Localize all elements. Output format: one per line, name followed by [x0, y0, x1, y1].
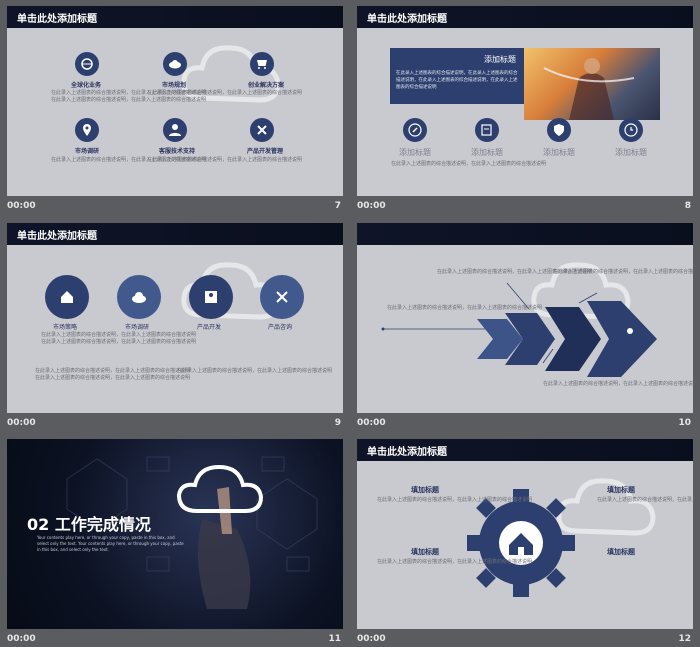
slide-11[interactable]: 02 工作完成情况 Your contents play here, or th… [7, 439, 343, 629]
feature-label: 全球化业务 [71, 82, 102, 89]
description-text: 在此录入上述图表的综合描述说明，在此录入上述图表的综合描述说明 [147, 90, 303, 96]
feature-label: 创业解决方案 [248, 82, 285, 89]
slide-title: 单击此处添加标题 [367, 447, 447, 458]
description-text: 在此录入上述图表的综合描述说明，在此录入上述图表的综合描述说明 [377, 559, 533, 565]
timestamp: 00:00 [357, 201, 386, 211]
slide-footer: 00:00 8 [357, 200, 693, 214]
slide-header: 单击此处添加标题 [357, 6, 693, 28]
item-label: 填加标题 [607, 486, 635, 494]
slide-number: 8 [684, 201, 691, 211]
slide-8[interactable]: 单击此处添加标题 添加标题 在此录入上述图表的综合描述说明，在此录入上述图表的综… [357, 6, 693, 196]
feature-label: 市场规划 [162, 82, 187, 89]
clock-icon [619, 118, 643, 142]
tools-icon [260, 275, 304, 319]
item-label: 产品开发 [197, 324, 222, 331]
item-label: 市场策略 [53, 324, 78, 331]
compass-icon [403, 118, 427, 142]
paragraph-text: 在此录入上述图表的综合描述说明，在此录入上述图表的综合描述说明 [35, 375, 191, 381]
item-label: 填加标题 [411, 486, 439, 494]
item-label: 添加标题 [615, 148, 647, 157]
description-text: 在此录入上述图表的综合描述说明，在此录入上述图表的综合描述说明 [41, 332, 197, 338]
feature-label: 产品开发管理 [247, 148, 284, 155]
tools-icon [250, 118, 274, 142]
item-label: 产品咨询 [268, 324, 293, 331]
description-text: 在此录入上述图表的综合描述说明，在此录入上述图表的综合描述说明 [41, 339, 197, 345]
user-icon [189, 275, 233, 319]
item-label: 填加标题 [607, 548, 635, 556]
business-photo [524, 48, 660, 120]
slide-number: 12 [678, 634, 691, 644]
slide-footer: 00:00 12 [357, 633, 693, 647]
description-text: 在此录入上述图表的综合描述说明，在此录入上述图表的综合描述说明 [543, 381, 693, 387]
description-text: 在此录入上述图表的综合描述说明，在此录入上述图表的综合描述说明 [147, 157, 303, 163]
cloud-small-icon [163, 52, 187, 76]
slide-footer: 00:00 9 [7, 417, 343, 431]
description-text: 在此录入上述图表的综合描述说明，在此录入上述图表的综合描述说明 [387, 305, 543, 311]
banner-text: 在此录入上述图表的综合描述说明，在此录入上述图表的综合描述说明，在此录入上述图表… [396, 71, 518, 90]
description-text: 在此录入上述图表的综合描述说明，在此录入上述图表的综合描述说明 [597, 497, 693, 503]
description-text: 在此录入上述图表的综合描述说明，在此录入上述图表的综合描述说明 [51, 97, 207, 103]
slide-number: 7 [334, 201, 341, 211]
description-text: 在此录入上述图表的综合描述说明，在此录入上述图表的综合描述说明 [553, 269, 693, 275]
item-label: 填加标题 [411, 548, 439, 556]
edit-icon [475, 118, 499, 142]
slide-number: 10 [678, 418, 691, 428]
slide-title: 单击此处添加标题 [17, 231, 97, 242]
section-title: 02 工作完成情况 [27, 515, 151, 534]
feature-label: 客服技术支持 [159, 148, 196, 155]
paragraph-text: 在此录入上述图表的综合描述说明，在此录入上述图表的综合描述说明 [35, 368, 191, 374]
timestamp: 00:00 [357, 418, 386, 428]
slide-header: 单击此处添加标题 [7, 223, 343, 245]
slide-number: 11 [328, 634, 341, 644]
paragraph-text: 在此录入上述图表的综合描述说明，在此录入上述图表的综合描述说明 [177, 368, 333, 374]
slide-12[interactable]: 单击此处添加标题 填加标题 填加标题 填加标题 填加标题 在此录入上述图表的综合… [357, 439, 693, 629]
banner-box: 添加标题 在此录入上述图表的综合描述说明，在此录入上述图表的综合描述说明，在此录… [390, 48, 524, 104]
slide-10[interactable]: 在此录入上述图表的综合描述说明，在此录入上述图表的综合描述说明 在此录入上述图表… [357, 223, 693, 413]
timestamp: 00:00 [7, 201, 36, 211]
slide-7[interactable]: 单击此处添加标题 全球化业务 市场规划 创业解决方案 在此录入上述图表的综合描述… [7, 6, 343, 196]
description-text: 在此录入上述图表的综合描述说明，在此录入上述图表的综合描述说明 [377, 497, 533, 503]
feature-label: 市场调研 [75, 148, 100, 155]
timestamp: 00:00 [7, 418, 36, 428]
banner-title: 添加标题 [484, 55, 516, 64]
item-label: 添加标题 [543, 148, 575, 157]
slide-footer: 00:00 11 [7, 633, 343, 647]
section-subtitle: Your contents play here, or through your… [37, 535, 184, 552]
slide-9[interactable]: 单击此处添加标题 市场策略 市场调研 产品开发 产品咨询 在此录入上述图表的综合… [7, 223, 343, 413]
slide-header: 单击此处添加标题 [7, 6, 343, 28]
slide-title: 单击此处添加标题 [367, 14, 447, 25]
cloud-small-icon [117, 275, 161, 319]
item-label: 市场调研 [125, 324, 150, 331]
slide-title: 单击此处添加标题 [17, 14, 97, 25]
slide-footer: 00:00 10 [357, 417, 693, 431]
slide-footer: 00:00 7 [7, 200, 343, 214]
cart-icon [250, 52, 274, 76]
user-icon [163, 118, 187, 142]
timestamp: 00:00 [7, 634, 36, 644]
item-label: 添加标题 [471, 148, 503, 157]
description-text: 在此录入上述图表的综合描述说明，在此录入上述图表的综合描述说明 [391, 161, 547, 167]
location-icon [75, 118, 99, 142]
home-icon [45, 275, 89, 319]
shield-icon [547, 118, 571, 142]
slide-header: 单击此处添加标题 [357, 439, 693, 461]
item-label: 添加标题 [399, 148, 431, 157]
slide-number: 9 [334, 418, 341, 428]
globe-icon [75, 52, 99, 76]
timestamp: 00:00 [357, 634, 386, 644]
